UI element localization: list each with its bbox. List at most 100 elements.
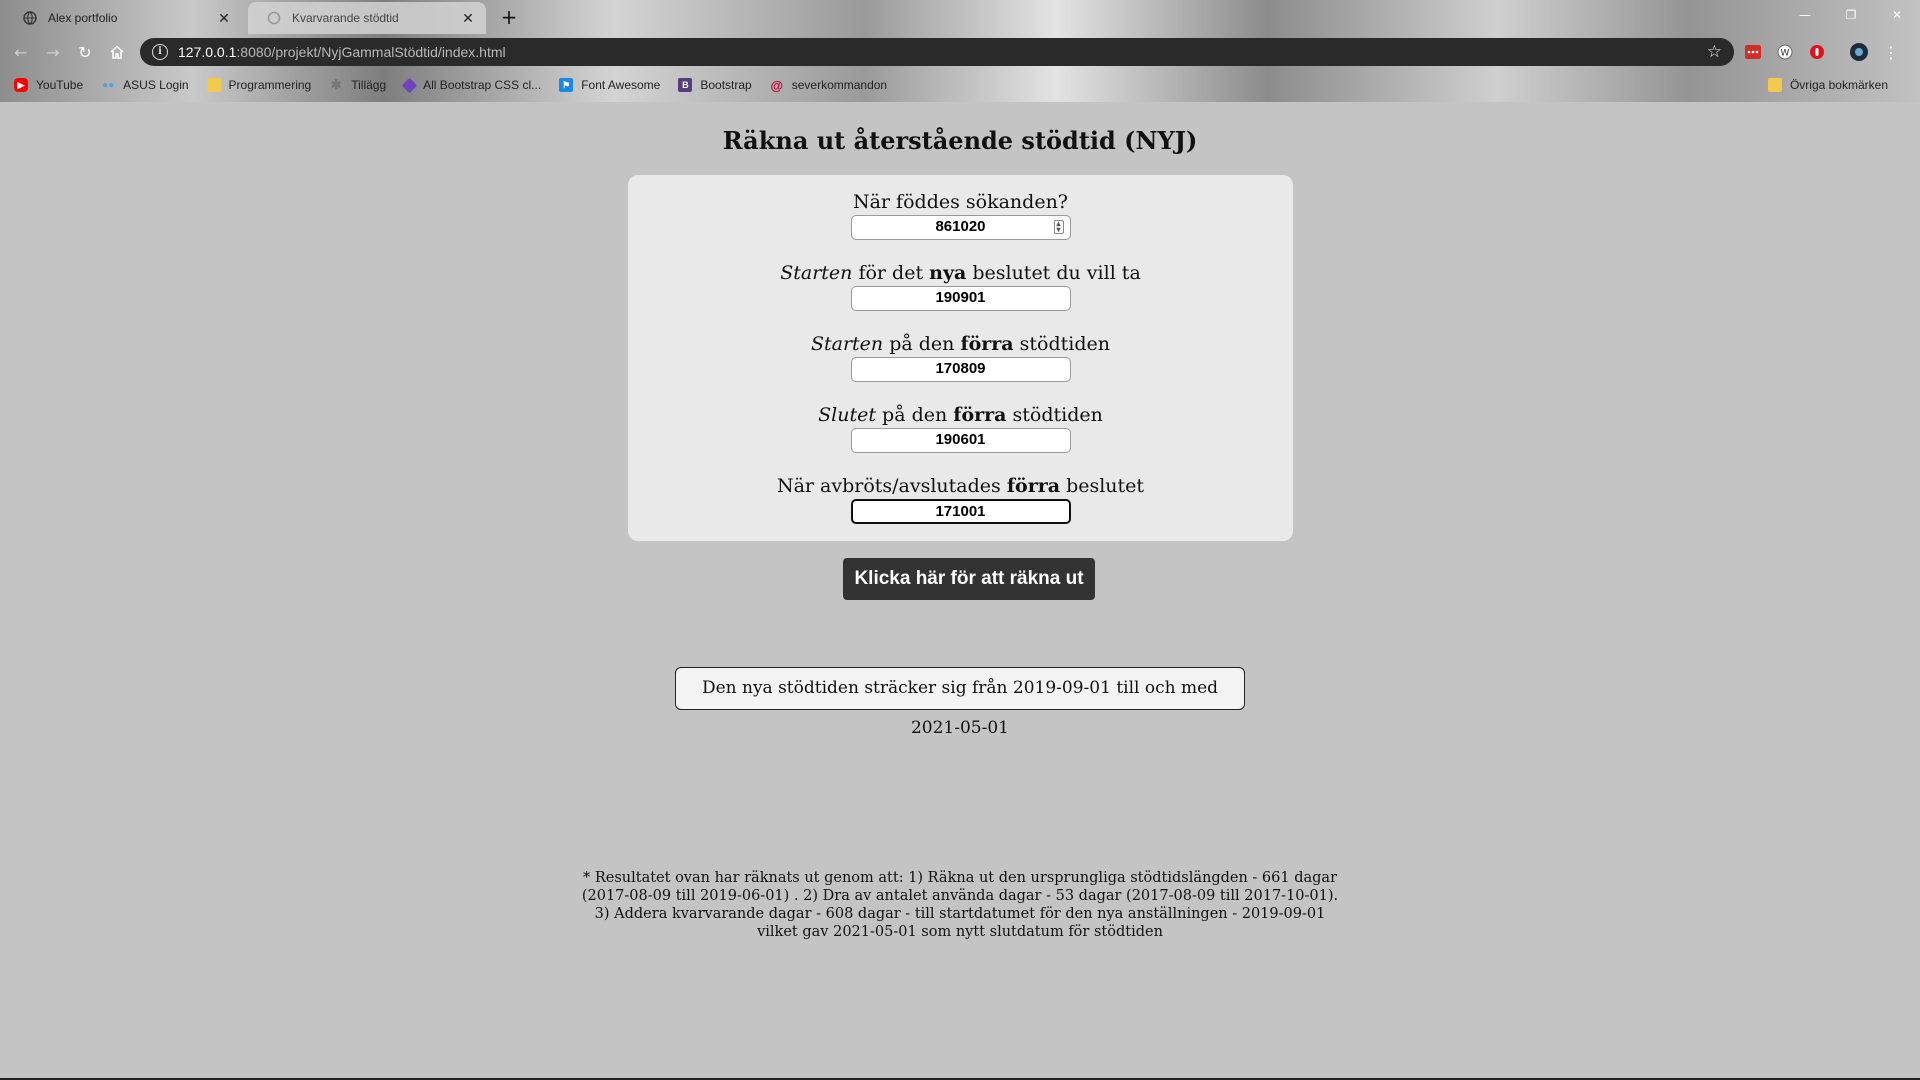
profile-avatar-icon[interactable] (1848, 41, 1870, 63)
close-icon[interactable]: ✕ (460, 10, 476, 26)
close-window-icon[interactable]: ✕ (1874, 0, 1920, 30)
field-label: När avbröts/avslutades förra beslutet (628, 473, 1293, 499)
tab-strip: Alex portfolio ✕ Kvarvarande stödtid ✕ +… (0, 0, 1920, 34)
minimize-icon[interactable]: — (1782, 0, 1828, 30)
previous-start-input[interactable]: 170809 (850, 357, 1071, 382)
close-icon[interactable]: ✕ (216, 10, 232, 26)
label-segment: När föddes sökanden? (852, 191, 1068, 213)
bookmarks-bar: ▶ YouTube ●● ASUS Login Programmering ✱ Til… (0, 72, 1920, 98)
info-icon[interactable]: i (152, 44, 168, 60)
label-segment: Slutet (818, 404, 876, 426)
form-card: När föddes sökanden? 861020 ▴ ▾ Starten f… (628, 175, 1293, 541)
field-previous-end: Slutet på den förra stödtiden 190601 (628, 402, 1293, 453)
bootstrap-b-icon: B (678, 78, 693, 92)
bookmark-label: Övriga bokmärken (1789, 78, 1888, 92)
label-segment: på den (883, 333, 961, 355)
url-path: :8080/projekt/NyjGammalStödtid/index.htm… (236, 44, 506, 60)
tab-title: Alex portfolio (48, 11, 118, 25)
input-value: 171001 (935, 503, 986, 520)
browser-chrome: Alex portfolio ✕ Kvarvarande stödtid ✕ +… (0, 0, 1920, 102)
lastpass-icon[interactable] (1742, 41, 1764, 63)
bookmark-programmering[interactable]: Programmering (206, 78, 312, 92)
new-tab-button[interactable]: + (498, 6, 520, 28)
field-birth-date: När föddes sökanden? 861020 ▴ ▾ (628, 189, 1293, 240)
asus-icon: ●● (102, 79, 115, 91)
tab-title: Kvarvarande stödtid (292, 11, 399, 25)
back-icon[interactable]: ← (6, 37, 36, 67)
new-start-input[interactable]: 190901 (850, 286, 1071, 311)
url-host: 127.0.0.1 (178, 44, 237, 60)
field-label: Starten på den förra stödtiden (628, 331, 1293, 357)
tab-alex-portfolio[interactable]: Alex portfolio ✕ (4, 2, 242, 34)
label-segment: beslutet (1060, 475, 1145, 497)
field-label: Starten för det nya beslutet du vill ta (628, 260, 1293, 286)
label-segment: Starten (810, 333, 884, 355)
tab-kvarvarande-stodtid[interactable]: Kvarvarande stödtid ✕ (248, 2, 486, 34)
bookmark-bootstrap[interactable]: B Bootstrap (678, 78, 752, 92)
page-title: Räkna ut återstående stödtid (NYJ) (722, 126, 1198, 155)
loading-icon (266, 10, 282, 26)
birth-date-input[interactable]: 861020 ▴ ▾ (850, 215, 1071, 240)
field-new-start: Starten för det nya beslutet du vill ta … (628, 260, 1293, 311)
label-segment: stödtiden (1013, 333, 1111, 355)
field-label: När föddes sökanden? (628, 189, 1293, 215)
label-segment: nya (929, 262, 967, 284)
wappalyzer-icon[interactable]: W (1774, 41, 1796, 63)
label-segment: Starten (780, 262, 853, 284)
bookmark-label: Bootstrap (700, 78, 752, 92)
label-segment: förra (1006, 475, 1061, 497)
calculate-button[interactable]: Klicka här för att räkna ut (843, 558, 1095, 600)
reload-icon[interactable]: ↻ (70, 37, 100, 67)
input-value: 190601 (935, 431, 986, 448)
debian-icon: @ (770, 77, 784, 93)
label-segment: förra (953, 404, 1007, 426)
extensions: W ⋮ (1742, 38, 1902, 66)
field-previous-cancelled: När avbröts/avslutades förra beslutet 17… (628, 473, 1293, 524)
bookmark-label: ASUS Login (123, 78, 189, 92)
puzzle-icon: ✱ (330, 77, 342, 92)
field-label: Slutet på den förra stödtiden (628, 402, 1293, 428)
bookmark-tillagg[interactable]: ✱ Tillägg (329, 77, 387, 92)
label-segment: stödtiden (1006, 404, 1103, 426)
spinner-icon[interactable]: ▴ ▾ (1053, 220, 1064, 234)
label-segment: på den (876, 404, 954, 426)
previous-end-input[interactable]: 190601 (850, 428, 1071, 453)
bookmark-severkommandon[interactable]: @ severkommandon (770, 77, 888, 93)
bookmark-label: Font Awesome (581, 78, 661, 92)
explanation-text: * Resultatet ovan har räknats ut genom a… (581, 870, 1339, 940)
bookmark-font-awesome[interactable]: ⚑ Font Awesome (559, 78, 660, 92)
svg-text:W: W (1781, 49, 1790, 59)
folder-icon (1767, 78, 1782, 92)
flag-icon: ⚑ (559, 78, 574, 92)
input-value: 170809 (935, 360, 986, 377)
home-icon[interactable] (102, 37, 132, 67)
folder-icon (206, 78, 221, 92)
bootstrap-icon (401, 77, 418, 93)
input-value: 861020 (935, 218, 986, 235)
adblock-icon[interactable] (1806, 41, 1828, 63)
label-segment: När avbröts/avslutades (776, 475, 1007, 497)
bookmark-youtube[interactable]: ▶ YouTube (14, 78, 83, 92)
menu-icon[interactable]: ⋮ (1880, 41, 1902, 63)
field-previous-start: Starten på den förra stödtiden 170809 (628, 331, 1293, 382)
label-segment: beslutet du vill ta (966, 262, 1141, 284)
label-segment: förra (960, 333, 1014, 355)
bookmark-label: Programmering (228, 78, 312, 92)
bookmark-asus-login[interactable]: ●● ASUS Login (101, 78, 188, 92)
bookmark-star-icon[interactable]: ☆ (1707, 42, 1722, 62)
address-bar[interactable]: i 127.0.0.1:8080/projekt/NyjGammalStödti… (140, 38, 1734, 66)
input-value: 190901 (935, 289, 986, 306)
bookmark-label: Tillägg (351, 78, 387, 92)
label-segment: för det (852, 262, 930, 284)
restore-icon[interactable]: ❐ (1828, 0, 1874, 30)
result-box: Den nya stödtiden sträcker sig från 2019… (675, 667, 1245, 738)
bookmark-label: severkommandon (791, 78, 888, 92)
globe-icon (22, 10, 38, 26)
bookmark-all-bootstrap-css[interactable]: All Bootstrap CSS cl... (401, 77, 541, 93)
browser-toolbar: ← → ↻ i 127.0.0.1:8080/projekt/NyjGammal… (0, 34, 1920, 70)
previous-cancelled-input[interactable]: 171001 (850, 499, 1071, 524)
page-content: Räkna ut återstående stödtid (NYJ) När f… (0, 102, 1920, 1078)
window-controls: — ❐ ✕ (1782, 0, 1920, 30)
bookmark-other[interactable]: Övriga bokmärken (1767, 72, 1888, 98)
forward-icon[interactable]: → (38, 37, 68, 67)
